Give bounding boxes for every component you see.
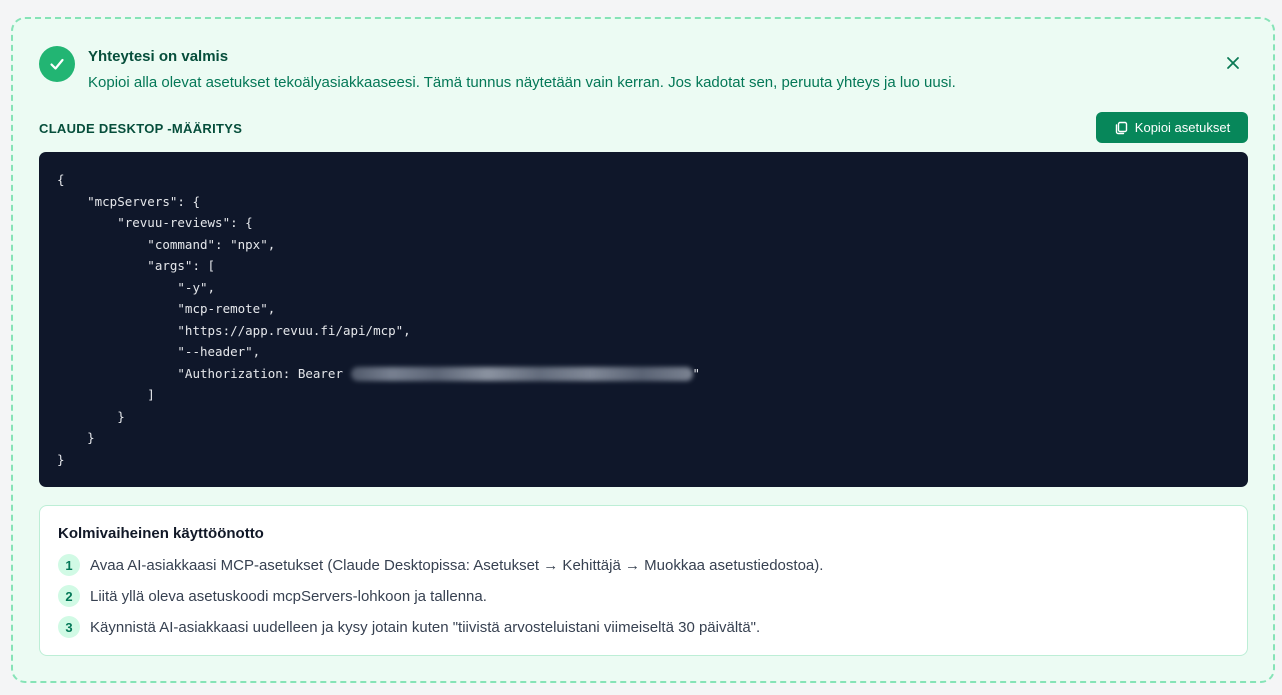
- close-button[interactable]: [1220, 50, 1246, 76]
- code-line: ]: [57, 387, 155, 402]
- copy-icon: [1115, 121, 1127, 134]
- code-line: "https://app.revuu.fi/api/mcp",: [57, 322, 411, 338]
- step-text: Avaa AI-asiakkaasi MCP-asetukset (Claude…: [90, 556, 824, 574]
- copy-settings-label: Kopioi asetukset: [1134, 120, 1231, 135]
- code-line: "mcpServers": {: [57, 193, 200, 209]
- code-line: }: [57, 451, 65, 467]
- check-icon: [39, 46, 75, 82]
- step-item: 1 Avaa AI-asiakkaasi MCP-asetukset (Clau…: [58, 554, 823, 576]
- step-number: 2: [58, 585, 80, 607]
- step-text: Käynnistä AI-asiakkaasi uudelleen ja kys…: [90, 618, 761, 636]
- code-line: "-y",: [57, 279, 216, 295]
- code-line: "revuu-reviews": {: [57, 215, 253, 230]
- code-line: "command": "npx",: [57, 236, 276, 252]
- authorization-prefix: "Authorization: Bearer: [57, 365, 351, 381]
- code-line: }: [57, 430, 95, 445]
- config-code-block[interactable]: { "mcpServers": { "revuu-reviews": { "co…: [39, 152, 1248, 487]
- step-number: 1: [58, 554, 80, 576]
- step-item: 2 Liitä yllä oleva asetuskoodi mcpServer…: [58, 585, 487, 607]
- step-number: 3: [58, 616, 80, 638]
- code-line-authorization: "Authorization: Bearer ": [57, 363, 1248, 385]
- code-line: {: [57, 172, 65, 187]
- config-section-label: CLAUDE DESKTOP -MÄÄRITYS: [39, 121, 243, 136]
- connection-ready-panel: Yhteytesi on valmis Kopioi alla olevat a…: [11, 17, 1275, 683]
- banner-title: Yhteytesi on valmis: [88, 48, 229, 65]
- banner-subtitle: Kopioi alla olevat asetukset tekoälyasia…: [88, 74, 956, 91]
- close-icon: [1227, 57, 1239, 69]
- copy-settings-button[interactable]: Kopioi asetukset: [1096, 112, 1248, 143]
- code-line: "mcp-remote",: [57, 301, 276, 316]
- steps-title: Kolmivaiheinen käyttöönotto: [58, 525, 264, 542]
- code-line: "--header",: [57, 344, 261, 359]
- code-line: }: [57, 408, 125, 424]
- token-suffix: ": [692, 365, 701, 381]
- step-text: Liitä yllä oleva asetuskoodi mcpServers-…: [90, 587, 487, 605]
- setup-steps-card: Kolmivaiheinen käyttöönotto 1 Avaa AI-as…: [39, 505, 1248, 656]
- code-line: "args": [: [57, 258, 216, 273]
- redacted-token: [350, 367, 693, 381]
- step-item: 3 Käynnistä AI-asiakkaasi uudelleen ja k…: [58, 616, 760, 638]
